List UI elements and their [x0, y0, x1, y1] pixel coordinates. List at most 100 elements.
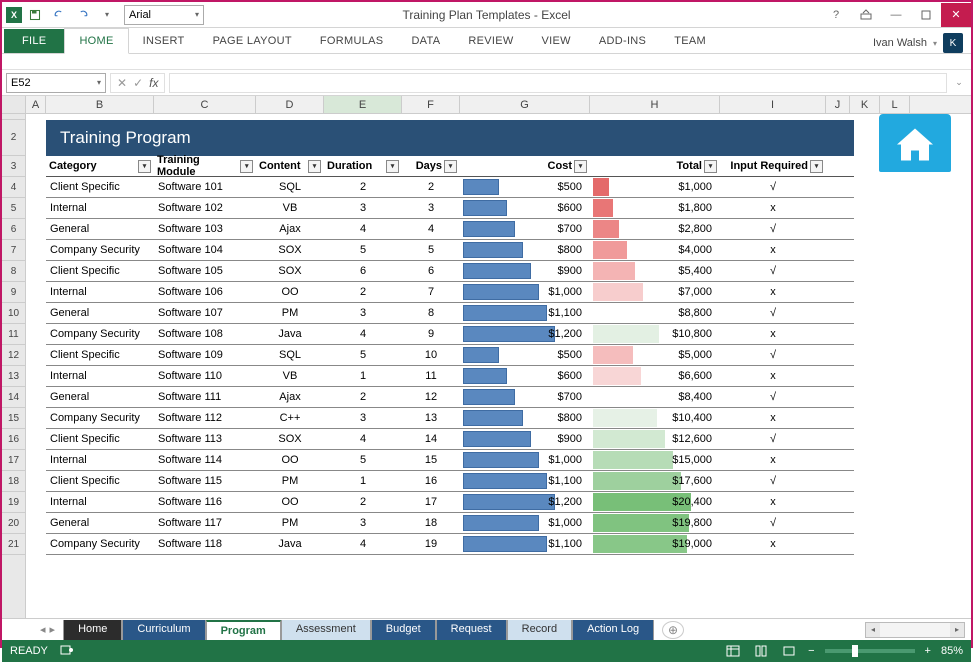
row-header-11[interactable]: 11	[2, 324, 25, 345]
cell-content[interactable]: Java	[256, 534, 324, 554]
col-header-I[interactable]: I	[720, 96, 826, 113]
th-total[interactable]: Total▾	[590, 156, 720, 176]
col-header-B[interactable]: B	[46, 96, 154, 113]
cell-duration[interactable]: 3	[324, 303, 402, 323]
table-row[interactable]: InternalSoftware 110VB111$600$6,600x	[46, 366, 854, 387]
cell-content[interactable]: PM	[256, 513, 324, 533]
cell-days[interactable]: 13	[402, 408, 460, 428]
table-row[interactable]: InternalSoftware 102VB33$600$1,800x	[46, 198, 854, 219]
row-header-9[interactable]: 9	[2, 282, 25, 303]
ribbon-options-button[interactable]	[851, 3, 881, 27]
user-dropdown-icon[interactable]: ▾	[933, 39, 937, 48]
horizontal-scrollbar[interactable]: ◂ ▸	[865, 622, 965, 638]
cell-days[interactable]: 16	[402, 471, 460, 491]
row-header-7[interactable]: 7	[2, 240, 25, 261]
table-row[interactable]: Client SpecificSoftware 113SOX414$900$12…	[46, 429, 854, 450]
cell-input[interactable]: x	[720, 240, 826, 260]
cell-days[interactable]: 4	[402, 219, 460, 239]
filter-icon[interactable]: ▾	[444, 160, 457, 173]
col-header-D[interactable]: D	[256, 96, 324, 113]
filter-icon[interactable]: ▾	[308, 160, 321, 173]
cell-module[interactable]: Software 107	[154, 303, 256, 323]
th-duration[interactable]: Duration▾	[324, 156, 402, 176]
cell-total[interactable]: $5,400	[590, 261, 720, 281]
table-row[interactable]: InternalSoftware 116OO217$1,200$20,400x	[46, 492, 854, 513]
cell-total[interactable]: $19,800	[590, 513, 720, 533]
cell-duration[interactable]: 4	[324, 324, 402, 344]
zoom-slider[interactable]	[825, 649, 915, 653]
cell-cost[interactable]: $900	[460, 429, 590, 449]
row-header-21[interactable]: 21	[2, 534, 25, 555]
cell-cost[interactable]: $900	[460, 261, 590, 281]
cell-duration[interactable]: 5	[324, 450, 402, 470]
cell-days[interactable]: 14	[402, 429, 460, 449]
sheet-tab-program[interactable]: Program	[206, 620, 281, 640]
cell-module[interactable]: Software 115	[154, 471, 256, 491]
cell-content[interactable]: OO	[256, 492, 324, 512]
filter-icon[interactable]: ▾	[704, 160, 717, 173]
cell-category[interactable]: Internal	[46, 492, 154, 512]
tab-view[interactable]: VIEW	[528, 29, 585, 53]
cell-category[interactable]: Client Specific	[46, 471, 154, 491]
tab-data[interactable]: DATA	[397, 29, 454, 53]
cell-duration[interactable]: 3	[324, 408, 402, 428]
row-header-17[interactable]: 17	[2, 450, 25, 471]
cell-input[interactable]: √	[720, 387, 826, 407]
cell-duration[interactable]: 3	[324, 513, 402, 533]
cell-days[interactable]: 10	[402, 345, 460, 365]
sheet-tab-record[interactable]: Record	[507, 620, 572, 640]
cell-total[interactable]: $20,400	[590, 492, 720, 512]
cell-days[interactable]: 6	[402, 261, 460, 281]
sheet-nav-prev[interactable]: ◂	[40, 623, 46, 636]
view-page-break-button[interactable]	[780, 643, 798, 659]
cell-total[interactable]: $5,000	[590, 345, 720, 365]
zoom-in-button[interactable]: +	[925, 645, 931, 657]
scroll-left-icon[interactable]: ◂	[866, 623, 880, 637]
table-row[interactable]: GeneralSoftware 111Ajax212$700$8,400√	[46, 387, 854, 408]
cell-total[interactable]: $19,000	[590, 534, 720, 554]
row-header-15[interactable]: 15	[2, 408, 25, 429]
cell-total[interactable]: $12,600	[590, 429, 720, 449]
cell-module[interactable]: Software 113	[154, 429, 256, 449]
cell-days[interactable]: 11	[402, 366, 460, 386]
cell-cost[interactable]: $1,100	[460, 303, 590, 323]
view-page-layout-button[interactable]	[752, 643, 770, 659]
help-button[interactable]: ?	[821, 3, 851, 27]
cell-category[interactable]: General	[46, 219, 154, 239]
table-row[interactable]: GeneralSoftware 117PM318$1,000$19,800√	[46, 513, 854, 534]
home-shortcut[interactable]	[879, 114, 953, 176]
sheet-tab-home[interactable]: Home	[63, 620, 122, 640]
cell-cost[interactable]: $1,100	[460, 534, 590, 554]
row-header-18[interactable]: 18	[2, 471, 25, 492]
cell-input[interactable]: √	[720, 219, 826, 239]
filter-icon[interactable]: ▾	[138, 160, 151, 173]
cell-cost[interactable]: $800	[460, 408, 590, 428]
cell-duration[interactable]: 1	[324, 471, 402, 491]
close-button[interactable]: ✕	[941, 3, 971, 27]
cell-days[interactable]: 12	[402, 387, 460, 407]
cell-days[interactable]: 18	[402, 513, 460, 533]
cell-duration[interactable]: 5	[324, 240, 402, 260]
cell-days[interactable]: 8	[402, 303, 460, 323]
cell-duration[interactable]: 6	[324, 261, 402, 281]
cell-category[interactable]: General	[46, 303, 154, 323]
col-header-J[interactable]: J	[826, 96, 850, 113]
cell-input[interactable]: √	[720, 177, 826, 197]
cell-cost[interactable]: $500	[460, 345, 590, 365]
cell-input[interactable]: x	[720, 534, 826, 554]
cell-content[interactable]: SOX	[256, 261, 324, 281]
minimize-button[interactable]: —	[881, 3, 911, 27]
cell-module[interactable]: Software 117	[154, 513, 256, 533]
cell-category[interactable]: Client Specific	[46, 429, 154, 449]
cell-category[interactable]: Company Security	[46, 534, 154, 554]
cell-cost[interactable]: $1,000	[460, 450, 590, 470]
cell-total[interactable]: $10,400	[590, 408, 720, 428]
table-row[interactable]: Company SecuritySoftware 104SOX55$800$4,…	[46, 240, 854, 261]
row-header-13[interactable]: 13	[2, 366, 25, 387]
cell-content[interactable]: Ajax	[256, 387, 324, 407]
th-content[interactable]: Content▾	[256, 156, 324, 176]
cell-input[interactable]: x	[720, 408, 826, 428]
cell-cost[interactable]: $1,200	[460, 492, 590, 512]
zoom-out-button[interactable]: −	[808, 645, 814, 657]
tab-home[interactable]: HOME	[64, 28, 128, 54]
